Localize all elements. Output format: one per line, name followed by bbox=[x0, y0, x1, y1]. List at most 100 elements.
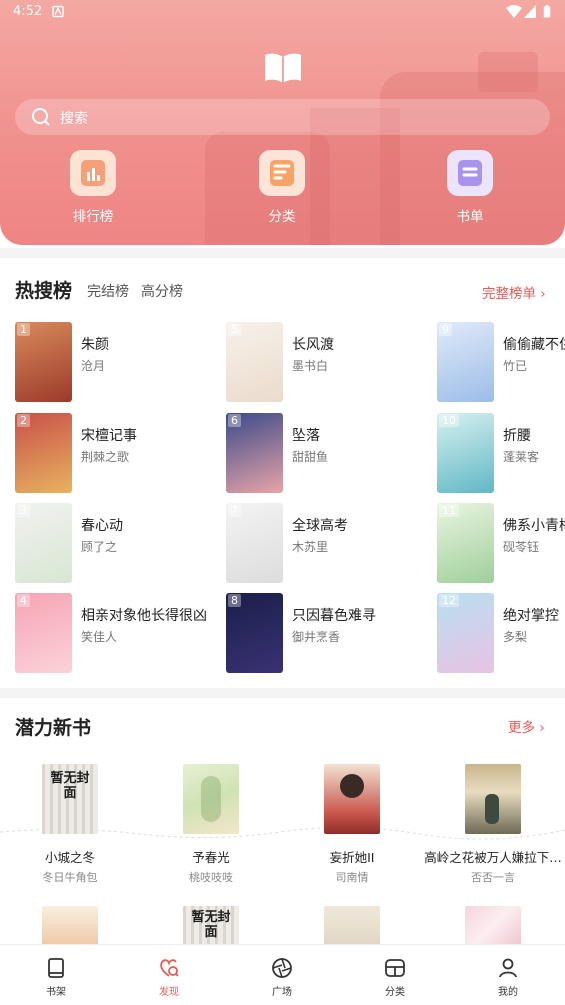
category-label: 分类 bbox=[268, 209, 296, 225]
new-book-item[interactable] bbox=[423, 906, 563, 946]
tab-category-label: 分类 bbox=[385, 987, 405, 998]
book-author: 桃吱吱吱 bbox=[189, 871, 233, 884]
book-author: 竹已 bbox=[503, 359, 528, 373]
book-author: 砚苓钰 bbox=[503, 540, 540, 554]
book-author: 多梨 bbox=[503, 630, 528, 644]
rank-number: 11 bbox=[439, 504, 459, 517]
hot-book-item[interactable]: 5 长风渡 墨书白 bbox=[226, 322, 426, 402]
tab-square-label: 广场 bbox=[272, 987, 292, 998]
discover-header: 4:52 搜索 排行榜 分类 书单 bbox=[0, 0, 565, 245]
new-book-item[interactable] bbox=[0, 906, 140, 946]
aperture-icon bbox=[272, 958, 292, 978]
battery-icon bbox=[543, 5, 551, 18]
tab-bookshelf[interactable]: 书架 bbox=[16, 945, 96, 1005]
book-cover bbox=[324, 764, 380, 834]
book-author: 木苏里 bbox=[292, 540, 329, 554]
new-book-item[interactable] bbox=[282, 906, 422, 946]
tab-discover[interactable]: 发现 bbox=[129, 945, 209, 1005]
hot-book-item[interactable]: 4 相亲对象他长得很凶 笑佳人 bbox=[15, 593, 215, 673]
tab-square[interactable]: 广场 bbox=[242, 945, 322, 1005]
rank-number: 7 bbox=[228, 504, 241, 517]
tab-discover-label: 发现 bbox=[159, 987, 179, 998]
book-title: 只因暮色难寻 bbox=[292, 608, 376, 624]
book-author: 墨书白 bbox=[292, 359, 329, 373]
book-title: 予春光 bbox=[192, 850, 230, 865]
search-icon bbox=[32, 108, 50, 126]
book-cover bbox=[465, 764, 521, 834]
hot-book-item[interactable]: 1 朱颜沧月 bbox=[15, 322, 215, 402]
book-author: 蓬莱客 bbox=[503, 450, 540, 464]
hot-book-item[interactable]: 3 春心动 顾了之 bbox=[15, 503, 215, 583]
ranking-label: 排行榜 bbox=[72, 209, 114, 225]
book-title: 全球高考 bbox=[292, 518, 348, 534]
book-title: 佛系小青梅 bbox=[503, 518, 565, 534]
new-book-item[interactable]: 妄折她II 司南情 bbox=[282, 764, 422, 885]
book-cover bbox=[465, 906, 521, 946]
book-author: 顾了之 bbox=[81, 540, 118, 554]
rank-number: 12 bbox=[439, 594, 459, 607]
tab-mine-label: 我的 bbox=[498, 987, 518, 998]
new-book-item[interactable]: 暂无封面 bbox=[141, 906, 281, 946]
category-icon bbox=[270, 160, 294, 186]
status-bar: 4:52 bbox=[0, 0, 565, 24]
signal-icon bbox=[524, 5, 536, 18]
book-title: 小城之冬 bbox=[44, 850, 95, 865]
book-logo-icon bbox=[265, 53, 301, 83]
tab-completed[interactable]: 完结榜 bbox=[87, 281, 129, 301]
hot-book-item[interactable]: 7 全球高考木苏里 bbox=[226, 503, 426, 583]
book-title: 折腰 bbox=[503, 428, 531, 444]
book-author: 冬日牛角包 bbox=[42, 871, 98, 884]
rank-number: 9 bbox=[439, 323, 452, 336]
tab-mine[interactable]: 我的 bbox=[468, 945, 548, 1005]
new-books-title: 潜力新书 bbox=[15, 717, 92, 739]
rank-number: 10 bbox=[439, 414, 459, 427]
book-author: 沧月 bbox=[81, 359, 106, 373]
book-title: 偷偷藏不住 bbox=[503, 337, 565, 353]
tab-category[interactable]: 分类 bbox=[355, 945, 435, 1005]
book-cover: 暂无封面 bbox=[183, 906, 239, 946]
book-author: 否否一言 bbox=[471, 871, 515, 884]
book-title: 绝对掌控 bbox=[503, 608, 559, 624]
book-title: 妄折她II bbox=[329, 850, 375, 865]
cover-placeholder-text: 暂无封面 bbox=[50, 771, 90, 801]
hot-book-item[interactable]: 9 偷偷藏不住竹已 bbox=[437, 322, 565, 402]
book-author: 御井烹香 bbox=[292, 630, 341, 644]
rank-number: 1 bbox=[17, 323, 30, 336]
tab-high-score[interactable]: 高分榜 bbox=[141, 281, 183, 301]
new-book-item[interactable]: 暂无封面 小城之冬 冬日牛角包 bbox=[0, 764, 140, 885]
user-icon bbox=[499, 958, 517, 978]
search-bar[interactable]: 搜索 bbox=[15, 99, 550, 135]
hot-book-item[interactable]: 6 坠落 甜甜鱼 bbox=[226, 413, 426, 493]
category-entry[interactable]: 分类 bbox=[237, 150, 327, 225]
tab-bookshelf-label: 书架 bbox=[46, 987, 66, 998]
book-author: 甜甜鱼 bbox=[292, 450, 329, 464]
rank-number: 5 bbox=[228, 323, 241, 336]
ranking-entry[interactable]: 排行榜 bbox=[48, 150, 138, 225]
new-book-item[interactable]: 高岭之花被万人嫌拉下… 否否一言 bbox=[423, 764, 563, 885]
bookshelf-icon bbox=[48, 958, 64, 978]
book-author: 司南情 bbox=[335, 871, 369, 884]
book-title: 宋檀记事 bbox=[81, 428, 137, 444]
hot-list-title: 热搜榜 bbox=[15, 280, 73, 302]
book-cover bbox=[183, 764, 239, 834]
book-cover bbox=[324, 906, 380, 946]
section-divider bbox=[0, 688, 565, 698]
hot-book-item[interactable]: 11 佛系小青梅砚苓钰 bbox=[437, 503, 565, 583]
more-link[interactable]: 更多 › bbox=[508, 716, 545, 736]
full-ranking-link[interactable]: 完整榜单 › bbox=[482, 282, 546, 302]
hot-book-item[interactable]: 8 只因暮色难寻 御井烹香 bbox=[226, 593, 426, 673]
hot-book-item[interactable]: 12 绝对掌控多梨 bbox=[437, 593, 565, 673]
book-title: 朱颜 bbox=[81, 337, 109, 353]
booklist-label: 书单 bbox=[456, 209, 484, 225]
category-tab-icon bbox=[385, 959, 405, 977]
book-title: 高岭之花被万人嫌拉下… bbox=[424, 850, 562, 865]
section-divider bbox=[0, 248, 565, 258]
status-time: 4:52 bbox=[13, 4, 43, 19]
hot-book-item[interactable]: 10 折腰蓬莱客 bbox=[437, 413, 565, 493]
search-placeholder: 搜索 bbox=[60, 111, 88, 127]
booklist-entry[interactable]: 书单 bbox=[425, 150, 515, 225]
hot-book-item[interactable]: 2 宋檀记事 荆棘之歌 bbox=[15, 413, 215, 493]
rank-number: 6 bbox=[228, 414, 241, 427]
chart-icon bbox=[81, 160, 105, 186]
new-book-item[interactable]: 予春光 桃吱吱吱 bbox=[141, 764, 281, 885]
